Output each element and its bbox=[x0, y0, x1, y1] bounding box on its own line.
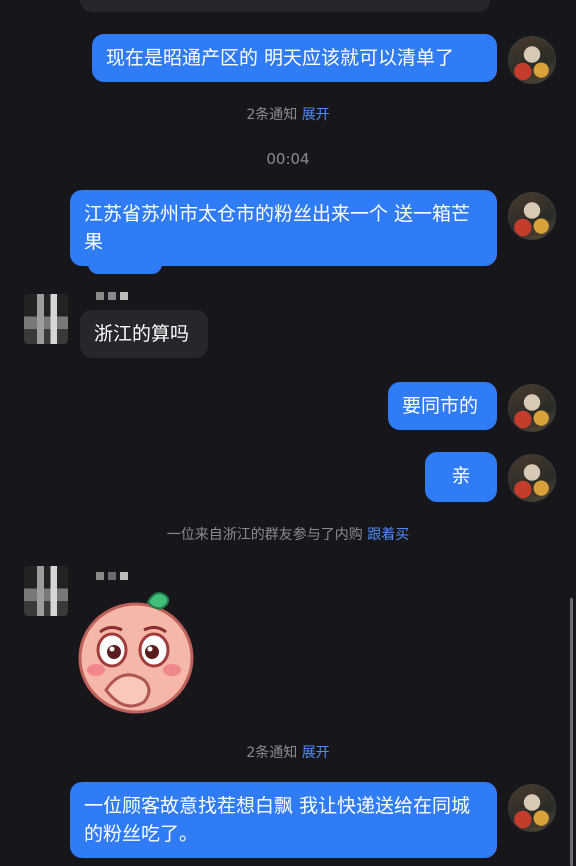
notification-summary: 2条通知 展开 bbox=[0, 742, 576, 762]
message-text: 浙江的算吗 bbox=[94, 323, 190, 345]
message-bubble-self[interactable]: 江苏省苏州市太仓市的粉丝出来一个 送一箱芒果 bbox=[70, 190, 497, 266]
message-text: 江苏省苏州市太仓市的粉丝出来一个 送一箱芒果 bbox=[84, 203, 471, 253]
message-text: 要同市的 bbox=[402, 395, 479, 417]
bubble-tail bbox=[88, 262, 162, 274]
notification-summary: 2条通知 展开 bbox=[0, 104, 576, 124]
self-avatar-icon[interactable] bbox=[508, 454, 556, 502]
follow-buy-link[interactable]: 跟着买 bbox=[367, 527, 409, 543]
system-notice: 一位来自浙江的群友参与了内购 跟着买 bbox=[0, 524, 576, 544]
system-notice-text: 一位来自浙江的群友参与了内购 bbox=[166, 527, 363, 543]
contact-avatar-icon[interactable] bbox=[24, 566, 68, 616]
contact-avatar-icon[interactable] bbox=[24, 294, 68, 344]
previous-message-bubble[interactable] bbox=[80, 0, 490, 12]
chat-view: 现在是昭通产区的 明天应该就可以清单了 2条通知 展开 00:04 江苏省苏州市… bbox=[0, 0, 576, 866]
peach-sticker-graphic bbox=[78, 592, 194, 714]
message-bubble-other[interactable]: 浙江的算吗 bbox=[80, 310, 208, 358]
self-avatar-icon[interactable] bbox=[508, 384, 556, 432]
message-bubble-self[interactable]: 亲 bbox=[425, 452, 497, 502]
scrollbar[interactable] bbox=[570, 598, 573, 866]
message-bubble-self[interactable]: 要同市的 bbox=[388, 382, 497, 430]
self-avatar-icon[interactable] bbox=[508, 36, 556, 84]
notification-count: 2条通知 bbox=[246, 107, 298, 123]
self-avatar-icon[interactable] bbox=[508, 192, 556, 240]
message-bubble-self[interactable]: 一位顾客故意找茬想白飘 我让快递送给在同城的粉丝吃了。 bbox=[70, 782, 497, 858]
expand-link[interactable]: 展开 bbox=[302, 745, 330, 761]
contact-name-redacted bbox=[96, 572, 128, 580]
contact-name-redacted bbox=[96, 292, 128, 300]
message-text: 一位顾客故意找茬想白飘 我让快递送给在同城的粉丝吃了。 bbox=[84, 795, 471, 845]
message-bubble-self[interactable]: 现在是昭通产区的 明天应该就可以清单了 bbox=[92, 34, 497, 82]
self-avatar-icon[interactable] bbox=[508, 784, 556, 832]
notification-count: 2条通知 bbox=[246, 745, 298, 761]
timestamp: 00:04 bbox=[266, 150, 310, 168]
peach-sticker-icon[interactable] bbox=[76, 586, 196, 716]
expand-link[interactable]: 展开 bbox=[302, 107, 330, 123]
message-text: 现在是昭通产区的 明天应该就可以清单了 bbox=[106, 47, 455, 69]
message-text: 亲 bbox=[451, 465, 471, 487]
